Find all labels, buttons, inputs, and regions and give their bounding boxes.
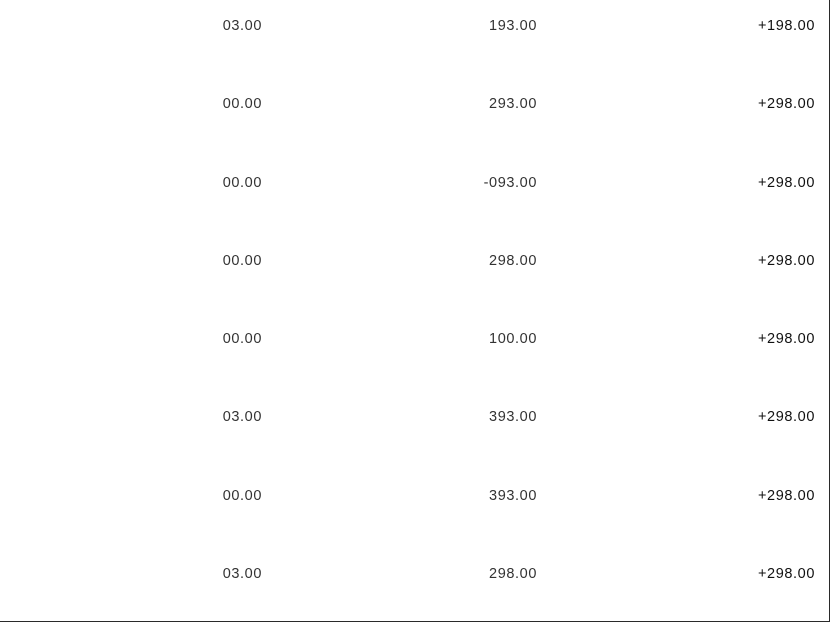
cell-col2: 193.00 xyxy=(489,18,537,34)
cell-change: +298.00 xyxy=(757,253,815,269)
table-row: 03.00 193.00 +198.00 xyxy=(0,14,829,38)
cell-col1: 03.00 xyxy=(222,18,262,34)
cell-change: +298.00 xyxy=(757,175,815,191)
cell-col1: 03.00 xyxy=(222,566,262,582)
cell-col2: -093.00 xyxy=(483,175,537,191)
cell-col1: 00.00 xyxy=(222,175,262,191)
cell-change: +298.00 xyxy=(757,409,815,425)
table-row: 00.00 293.00 +298.00 xyxy=(0,92,829,116)
cell-col1: 03.00 xyxy=(222,409,262,425)
cell-col2: 393.00 xyxy=(489,488,537,504)
table-row: 03.00 393.00 +298.00 xyxy=(0,405,829,429)
cell-col1: 00.00 xyxy=(222,331,262,347)
cell-col1: 00.00 xyxy=(222,488,262,504)
table-row: 00.00 298.00 +298.00 xyxy=(0,249,829,273)
cell-col2: 298.00 xyxy=(489,566,537,582)
cell-change: +298.00 xyxy=(757,96,815,112)
table-row: 03.00 298.00 +298.00 xyxy=(0,562,829,586)
cell-change: +198.00 xyxy=(757,18,815,34)
table-row: 00.00 393.00 +298.00 xyxy=(0,484,829,508)
cell-col1: 00.00 xyxy=(222,96,262,112)
data-table: 03.00 193.00 +198.00 00.00 293.00 +298.0… xyxy=(0,0,829,621)
table-row: 00.00 -093.00 +298.00 xyxy=(0,171,829,195)
cell-col2: 298.00 xyxy=(489,253,537,269)
cell-col2: 100.00 xyxy=(489,331,537,347)
cell-change: +298.00 xyxy=(757,488,815,504)
cell-col1: 00.00 xyxy=(222,253,262,269)
cell-change: +298.00 xyxy=(757,566,815,582)
cell-col2: 293.00 xyxy=(489,96,537,112)
cell-col2: 393.00 xyxy=(489,409,537,425)
table-row: 00.00 100.00 +298.00 xyxy=(0,327,829,351)
cell-change: +298.00 xyxy=(757,331,815,347)
